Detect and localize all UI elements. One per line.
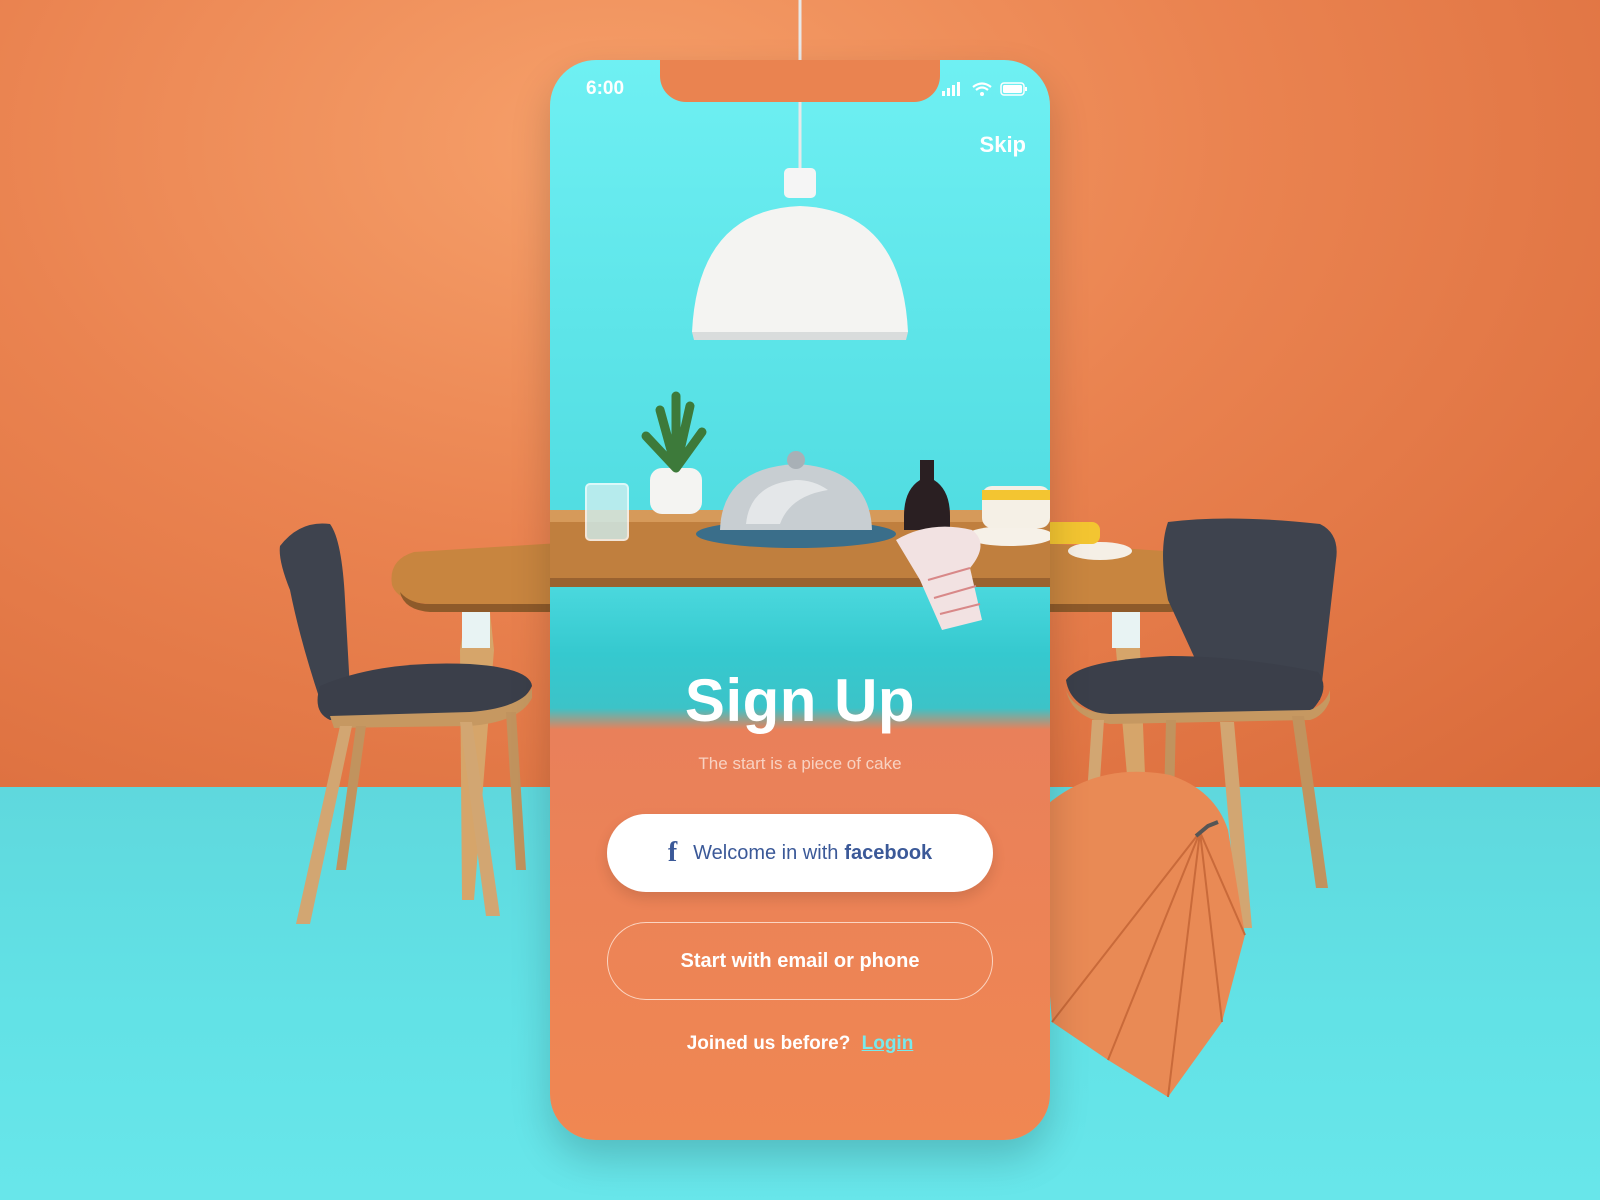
- plant-pot: [650, 468, 702, 514]
- plate-yellow-rim: [982, 490, 1050, 500]
- cloche-knob: [787, 451, 805, 469]
- facebook-button-brand: facebook: [844, 841, 933, 864]
- bowl-right: [1044, 522, 1100, 544]
- phone-notch: [660, 60, 940, 102]
- email-phone-button[interactable]: Start with email or phone: [607, 922, 993, 1000]
- table-top-left: [391, 543, 560, 604]
- skip-button[interactable]: Skip: [980, 132, 1026, 158]
- water-glass: [585, 483, 629, 541]
- lamp-socket: [784, 168, 816, 198]
- login-prompt-text: Joined us before?: [686, 1033, 851, 1054]
- left-chair-leg-4: [506, 712, 526, 870]
- login-prompt: Joined us before? Login: [550, 1033, 1050, 1055]
- login-link[interactable]: Login: [862, 1033, 914, 1054]
- page-title: Sign Up: [684, 667, 916, 734]
- wifi-icon: [972, 82, 992, 96]
- phone-screen: 6:00 Skip Sign Up The start is a piece o…: [550, 60, 1050, 1140]
- lamp-shade: [692, 206, 908, 332]
- facebook-signin-button[interactable]: f Welcome in with facebook: [607, 814, 993, 892]
- status-time: 6:00: [586, 78, 625, 99]
- umbrella-canopy: [1036, 771, 1245, 1097]
- facebook-icon: f: [667, 837, 678, 868]
- lamp-rim: [692, 332, 908, 340]
- signal-icon: [942, 82, 960, 96]
- page-subtitle: The start is a piece of cake: [698, 754, 902, 773]
- facebook-button-prefix: Welcome in with: [693, 841, 839, 864]
- battery-icon: [1000, 82, 1027, 96]
- left-chair-back: [279, 523, 350, 700]
- status-icons: [942, 82, 1028, 96]
- right-chair-leg-3: [1292, 716, 1328, 888]
- vinegar-bottle: [904, 460, 950, 530]
- plant-leaves: [641, 391, 707, 473]
- plate-stack-right: [1068, 542, 1132, 560]
- table-leg-cap-right: [1112, 612, 1140, 648]
- table-leg-cap-left: [462, 612, 490, 648]
